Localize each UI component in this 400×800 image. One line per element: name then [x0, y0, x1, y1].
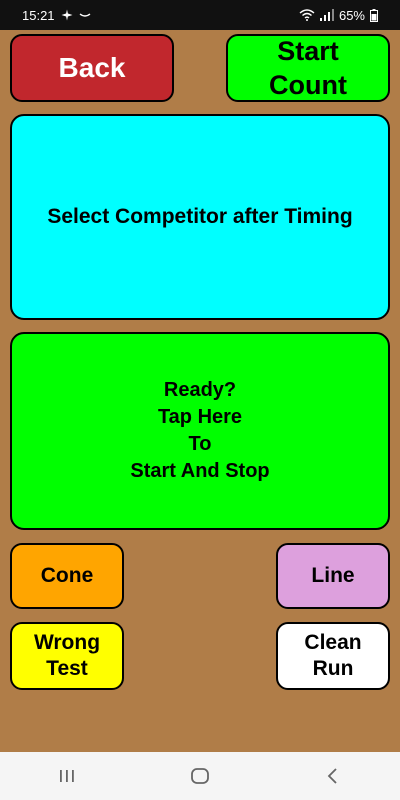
airplane-icon [61, 9, 73, 21]
navigation-bar [0, 752, 400, 800]
wrong-test-label: Wrong Test [33, 631, 101, 680]
wrong-test-button[interactable]: Wrong Test [10, 622, 124, 690]
status-time: 15:21 [22, 7, 55, 23]
clean-run-button[interactable]: Clean Run [276, 622, 390, 690]
back-button-label: Back [58, 52, 126, 83]
status-right: 65% [299, 8, 378, 23]
status-bar: 15:21 65% [0, 0, 400, 30]
battery-icon [370, 8, 378, 22]
home-icon[interactable] [170, 756, 230, 796]
select-competitor-label: Select Competitor after Timing [47, 205, 353, 228]
select-competitor-panel[interactable]: Select Competitor after Timing [10, 114, 390, 320]
cone-button[interactable]: Cone [10, 543, 124, 609]
recent-apps-icon[interactable] [37, 756, 97, 796]
start-count-label: Start Count [269, 36, 347, 100]
battery-percent: 65% [338, 7, 365, 23]
status-left: 15:21 [22, 8, 91, 23]
start-count-button[interactable]: Start Count [226, 34, 390, 102]
timer-tap-label: Ready? Tap Here To Start And Stop [130, 379, 270, 482]
cone-label: Cone [40, 564, 94, 587]
minus-icon [79, 9, 91, 21]
signal-icon [319, 9, 334, 21]
timer-tap-panel[interactable]: Ready? Tap Here To Start And Stop [10, 332, 390, 530]
clean-run-label: Clean Run [304, 631, 362, 680]
back-nav-icon[interactable] [303, 756, 363, 796]
wifi-icon [299, 9, 315, 21]
line-label: Line [311, 564, 355, 587]
back-button[interactable]: Back [10, 34, 174, 102]
line-button[interactable]: Line [276, 543, 390, 609]
